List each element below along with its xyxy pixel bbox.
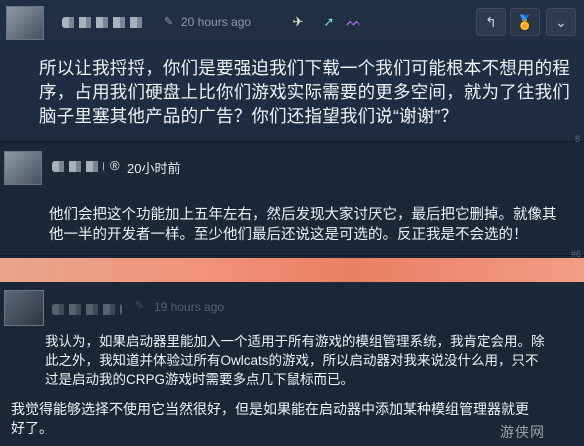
reply-body: 我觉得能够选择不使用它当然很好，但是如果能在启动器中添加某种模组管理器就更好了。 [11,401,529,436]
post-body: 我认为，如果启动器里能加入一个适用于所有游戏的模组管理系统，我肯定会用。除此之外… [45,334,545,387]
pin-icon: ✎ [135,300,145,312]
chevron-down-icon: ⌄ [555,13,567,30]
comment-post-2: ® 20小时前 他们会把这个功能加上五年左右，然后发现大家讨厌它，最后把它删掉。… [0,143,584,259]
reply-button[interactable]: ↰ [476,8,506,36]
give-award-button[interactable]: 🏅 [510,8,540,36]
post-body: 他们会把这个功能加上五年左右，然后发现大家讨厌它，最后把它删掉。就像其他一半的开… [49,207,557,243]
registered-mark: ® [110,158,120,173]
post-timestamp: 19 hours ago [154,300,225,314]
comment-post-1: ✎ 20 hours ago ✈ ➚ ᨓ ↰ 🏅 ⌄ 所以让我捋捋，你们是要强迫… [0,0,584,144]
post-timestamp: 20 hours ago [181,15,252,29]
username-blurred[interactable] [62,17,144,28]
watermark-text: 游侠网 [500,425,545,441]
highlight-divider [0,258,584,282]
pin-icon: ✎ [164,16,174,28]
username-blurred[interactable] [52,304,122,315]
award-rocket-icon[interactable]: ➚ [317,10,341,34]
avatar[interactable] [6,6,44,40]
award-medal-icon: 🏅 [516,13,534,30]
collapse-button[interactable]: ⌄ [546,8,576,36]
post-timestamp: 20小时前 [127,161,181,176]
comment-post-3: ✎ 19 hours ago 我认为，如果启动器里能加入一个适用于所有游戏的模组… [0,282,584,446]
username-blurred[interactable] [52,161,104,172]
avatar[interactable] [4,290,44,326]
avatar[interactable] [4,151,42,185]
post-body: 所以让我捋捋，你们是要强迫我们下载一个我们可能根本不想用的程序，占用我们硬盘上比… [39,58,570,126]
reply-icon: ↰ [485,13,497,30]
award-cat-icon[interactable]: ᨓ [342,10,366,34]
award-plane-icon[interactable]: ✈ [286,10,310,34]
